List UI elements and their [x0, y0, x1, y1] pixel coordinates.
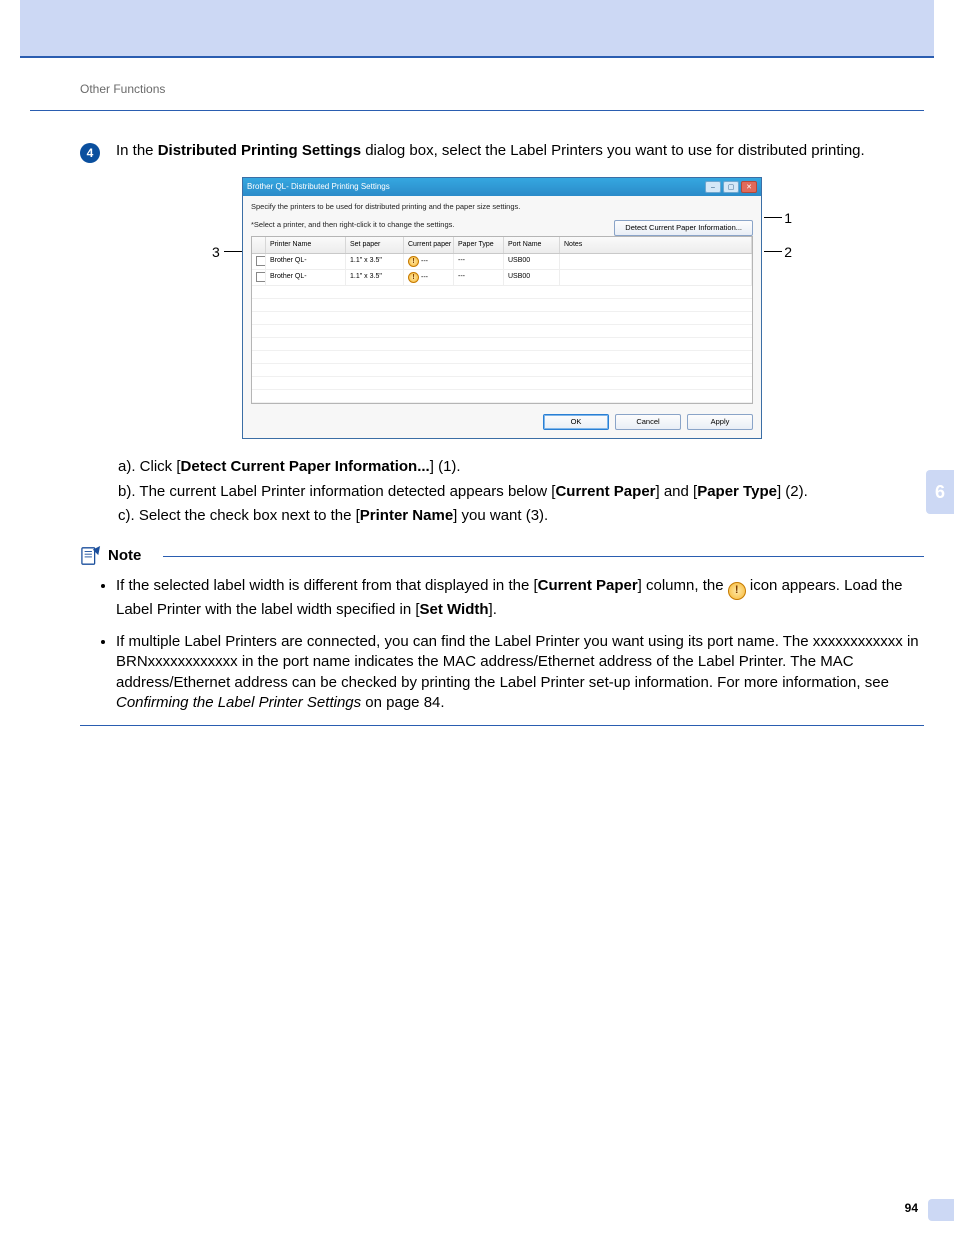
cell-notes: [560, 254, 752, 269]
row-checkbox[interactable]: [256, 256, 266, 266]
close-icon[interactable]: ✕: [741, 181, 757, 193]
substep-a: a). Click [Detect Current Paper Informat…: [118, 457, 924, 477]
col-current-paper: Current paper: [404, 237, 454, 252]
note-rule-top: [163, 556, 924, 557]
dialog-titlebar: Brother QL- Distributed Printing Setting…: [243, 178, 761, 196]
col-paper-type: Paper Type: [454, 237, 504, 252]
callout-1: 1: [784, 209, 792, 228]
page-number: 94: [905, 1201, 918, 1215]
detect-paper-button[interactable]: Detect Current Paper Information...: [614, 220, 753, 236]
callout-2-line: [764, 251, 782, 252]
callout-3-line: [224, 251, 242, 252]
cell-paper-type: ---: [454, 254, 504, 269]
top-separator: [20, 56, 934, 58]
step-number-badge: 4: [80, 143, 100, 163]
col-port-name: Port Name: [504, 237, 560, 252]
cell-port-name: USB00: [504, 254, 560, 269]
cell-set-paper: 1.1" x 3.5": [346, 254, 404, 269]
note-icon: [80, 546, 102, 566]
cell-port-name: USB00: [504, 270, 560, 285]
step-text-pre: In the: [116, 142, 158, 159]
col-printer-name: Printer Name: [266, 237, 346, 252]
dialog-subtext: *Select a printer, and then right-click …: [251, 220, 454, 230]
page-number-tab: [928, 1199, 954, 1221]
distributed-printing-dialog: Brother QL- Distributed Printing Setting…: [242, 177, 762, 439]
table-row[interactable]: Brother QL- 1.1" x 3.5" !--- --- USB00: [252, 254, 752, 270]
warning-icon: !: [728, 582, 746, 600]
step-text-bold: Distributed Printing Settings: [158, 142, 361, 159]
top-color-band: [20, 0, 934, 56]
apply-button[interactable]: Apply: [687, 414, 753, 430]
warning-icon: !: [408, 256, 419, 267]
section-header: Other Functions: [80, 82, 954, 96]
printer-table: Printer Name Set paper Current paper Pap…: [251, 236, 753, 404]
cell-current-paper: !---: [404, 270, 454, 285]
cell-set-paper: 1.1" x 3.5": [346, 270, 404, 285]
chapter-tab: 6: [926, 470, 954, 514]
minimize-icon[interactable]: –: [705, 181, 721, 193]
step-text: In the Distributed Printing Settings dia…: [116, 141, 924, 161]
ok-button[interactable]: OK: [543, 414, 609, 430]
col-set-paper: Set paper: [346, 237, 404, 252]
note-item-1: If the selected label width is different…: [116, 576, 924, 620]
cell-current-paper: !---: [404, 254, 454, 269]
substep-c: c). Select the check box next to the [Pr…: [118, 506, 924, 526]
table-header: Printer Name Set paper Current paper Pap…: [252, 237, 752, 253]
note-rule-bottom: [80, 725, 924, 726]
substeps: a). Click [Detect Current Paper Informat…: [118, 457, 924, 526]
callout-1-line: [764, 217, 782, 218]
cancel-button[interactable]: Cancel: [615, 414, 681, 430]
callout-3: 3: [212, 243, 220, 262]
warning-icon: !: [408, 272, 419, 283]
col-notes: Notes: [560, 237, 752, 252]
header-separator: [30, 110, 924, 111]
row-checkbox[interactable]: [256, 272, 266, 282]
cell-printer-name: Brother QL-: [266, 270, 346, 285]
cell-paper-type: ---: [454, 270, 504, 285]
cell-printer-name: Brother QL-: [266, 254, 346, 269]
callout-2: 2: [784, 243, 792, 262]
table-row[interactable]: Brother QL- 1.1" x 3.5" !--- --- USB00: [252, 270, 752, 286]
step-text-post: dialog box, select the Label Printers yo…: [361, 142, 865, 159]
cell-notes: [560, 270, 752, 285]
dialog-description: Specify the printers to be used for dist…: [251, 202, 753, 212]
note-title: Note: [108, 546, 141, 566]
note-item-2: If multiple Label Printers are connected…: [116, 632, 924, 713]
maximize-icon[interactable]: ▢: [723, 181, 739, 193]
col-checkbox: [252, 237, 266, 252]
dialog-title: Brother QL- Distributed Printing Setting…: [247, 182, 390, 193]
substep-b: b). The current Label Printer informatio…: [118, 482, 924, 502]
